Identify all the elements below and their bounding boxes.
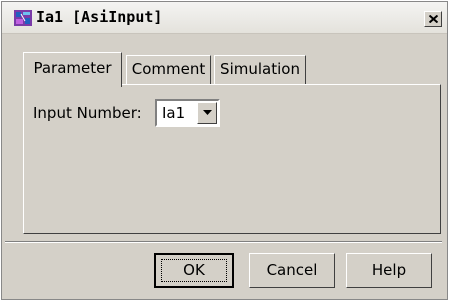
close-button[interactable]	[424, 11, 442, 27]
chevron-down-icon	[203, 110, 212, 115]
close-icon	[429, 15, 438, 23]
window-title: Ia1 [AsiInput]	[36, 8, 163, 26]
tab-parameter[interactable]: Parameter	[23, 52, 122, 87]
title-bar[interactable]: Ia1 [AsiInput]	[2, 2, 447, 34]
input-number-select[interactable]: Ia1	[155, 99, 220, 127]
input-number-value: Ia1	[162, 104, 186, 122]
ok-button[interactable]: OK	[154, 253, 234, 288]
input-number-label: Input Number:	[33, 104, 142, 122]
dropdown-button[interactable]	[197, 102, 217, 124]
separator	[5, 241, 442, 243]
help-button[interactable]: Help	[346, 253, 432, 288]
asi-input-icon	[14, 10, 32, 26]
ok-button-label: OK	[161, 259, 227, 282]
tab-simulation[interactable]: Simulation	[214, 55, 306, 84]
tab-comment[interactable]: Comment	[126, 55, 211, 84]
cancel-button[interactable]: Cancel	[249, 253, 335, 288]
